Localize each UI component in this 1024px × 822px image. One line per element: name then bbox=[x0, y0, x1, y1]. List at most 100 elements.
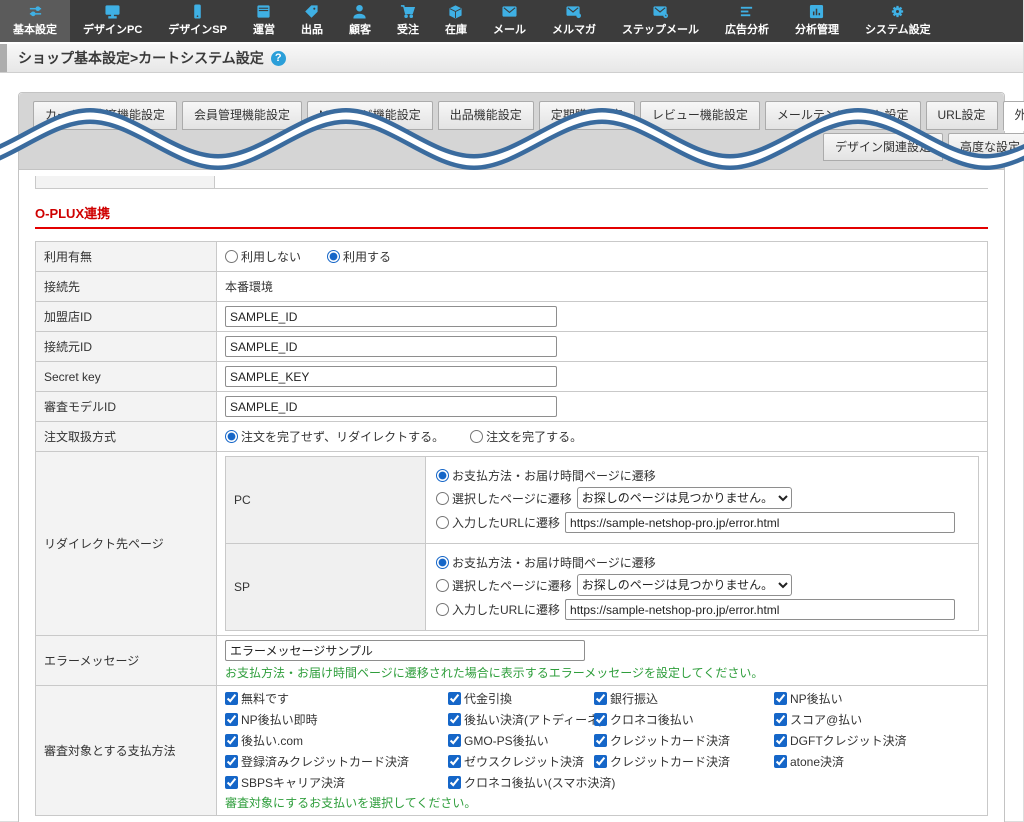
merchant-id-input[interactable] bbox=[225, 306, 557, 327]
payment-checkbox[interactable]: 無料です bbox=[225, 690, 444, 707]
payment-checkbox[interactable]: スコア@払い bbox=[774, 711, 979, 728]
nav-item-system-settings[interactable]: システム設定 bbox=[852, 0, 944, 42]
nav-item-label: メルマガ bbox=[552, 21, 596, 37]
sp-payment-page-radio[interactable]: お支払方法・お届け時間ページに遷移 bbox=[436, 554, 656, 571]
table-row-payment-methods: 審査対象とする支払方法 無料です 代金引換 銀行振込 NP後払い NP後払い即時… bbox=[36, 686, 988, 816]
oplux-settings-table: 利用有無 利用しない 利用する 接続先 本番環境 bbox=[35, 241, 988, 816]
payment-checkbox[interactable]: 登録済みクレジットカード決済 bbox=[225, 753, 444, 770]
tab-strip: カート・決済機能設定 会員管理機能設定 MYページ機能設定 出品機能設定 定期購… bbox=[19, 93, 1004, 170]
field-label: 利用有無 bbox=[36, 242, 217, 272]
sp-page-select[interactable]: お探しのページは見つかりません。 bbox=[577, 574, 792, 596]
nav-item-label: 広告分析 bbox=[725, 21, 769, 37]
truncated-label-cell bbox=[35, 176, 215, 188]
environment-value: 本番環境 bbox=[225, 280, 273, 294]
tab-member-management[interactable]: 会員管理機能設定 bbox=[182, 101, 302, 130]
tab-my-page[interactable]: MYページ機能設定 bbox=[307, 101, 433, 130]
nav-item-ad-analysis[interactable]: 広告分析 bbox=[712, 0, 782, 42]
payment-checkbox[interactable]: 後払い決済(アトディーネ) bbox=[448, 711, 590, 728]
redirect-device-table: PC お支払方法・お届け時間ページに遷移 選択したページに遷移 お探しのペー bbox=[225, 456, 979, 631]
tab-design-related[interactable]: デザイン関連設定 bbox=[823, 133, 943, 161]
payment-checkbox[interactable]: クロネコ後払い bbox=[594, 711, 770, 728]
payment-checkbox[interactable]: NP後払い即時 bbox=[225, 711, 444, 728]
pc-selected-page-radio[interactable]: 選択したページに遷移 bbox=[436, 490, 572, 507]
model-id-input[interactable] bbox=[225, 396, 557, 417]
app-window: 基本設定 デザインPC デザインSP 運営 出品 顧客 受注 在庫 bbox=[0, 0, 1024, 822]
usage-radio-group: 利用しない 利用する bbox=[225, 248, 979, 265]
nav-item-analytics[interactable]: 分析管理 bbox=[782, 0, 852, 42]
table-row-model-id: 審査モデルID bbox=[36, 392, 988, 422]
payment-checkbox[interactable]: 後払い.com bbox=[225, 732, 444, 749]
order-complete-radio[interactable]: 注文を完了する。 bbox=[470, 428, 582, 445]
error-message-input[interactable] bbox=[225, 640, 585, 661]
payment-checkbox[interactable]: DGFTクレジット決済 bbox=[774, 732, 979, 749]
mail-badge-icon bbox=[565, 4, 582, 19]
error-message-note: お支払方法・お届け時間ページに遷移された場合に表示するエラーメッセージを設定して… bbox=[225, 664, 979, 681]
nav-item-label: 在庫 bbox=[445, 21, 467, 37]
breadcrumb-left-accent bbox=[0, 44, 7, 72]
tab-url[interactable]: URL設定 bbox=[926, 101, 998, 130]
nav-item-design-pc[interactable]: デザインPC bbox=[70, 0, 155, 42]
truncated-row-fragment bbox=[35, 176, 988, 189]
section-title-oplux: O-PLUX連携 bbox=[35, 203, 988, 222]
pc-page-select[interactable]: お探しのページは見つかりません。 bbox=[577, 487, 792, 509]
usage-off-radio[interactable]: 利用しない bbox=[225, 248, 301, 265]
field-label: 注文取扱方式 bbox=[36, 422, 217, 452]
nav-item-mail[interactable]: メール bbox=[480, 0, 539, 42]
payment-checkbox[interactable]: ゼウスクレジット決済 bbox=[448, 753, 590, 770]
payment-checkbox[interactable]: NP後払い bbox=[774, 690, 979, 707]
tab-external-service[interactable]: 外部サービス連携 bbox=[1003, 101, 1024, 131]
sp-url-radio[interactable]: 入力したURLに遷移 bbox=[436, 601, 560, 618]
tab-listing[interactable]: 出品機能設定 bbox=[438, 101, 534, 130]
field-label: 審査対象とする支払方法 bbox=[36, 686, 217, 816]
table-row-merchant-id: 加盟店ID bbox=[36, 302, 988, 332]
nav-item-inventory[interactable]: 在庫 bbox=[432, 0, 480, 42]
nav-item-operation[interactable]: 運営 bbox=[240, 0, 288, 42]
secret-key-input[interactable] bbox=[225, 366, 557, 387]
payment-checkbox[interactable]: 銀行振込 bbox=[594, 690, 770, 707]
nav-item-label: システム設定 bbox=[865, 21, 931, 37]
nav-item-label: 受注 bbox=[397, 21, 419, 37]
box-icon bbox=[447, 4, 464, 19]
field-label: リダイレクト先ページ bbox=[36, 452, 217, 636]
tab-row-2: デザイン関連設定 高度な設定 bbox=[823, 130, 990, 169]
tab-cart-payment[interactable]: カート・決済機能設定 bbox=[33, 101, 177, 130]
chart-icon bbox=[808, 4, 825, 19]
payment-checkbox[interactable]: atone決済 bbox=[774, 753, 979, 770]
nav-item-label: 基本設定 bbox=[13, 21, 57, 37]
pc-option-payment-page: お支払方法・お届け時間ページに遷移 bbox=[436, 467, 968, 484]
tab-mail-template[interactable]: メールテンプレート設定 bbox=[765, 101, 921, 130]
help-icon[interactable]: ? bbox=[271, 51, 286, 66]
pc-option-selected-page: 選択したページに遷移 お探しのページは見つかりません。 bbox=[436, 487, 968, 509]
payment-checkbox[interactable]: GMO-PS後払い bbox=[448, 732, 590, 749]
nav-item-customers[interactable]: 顧客 bbox=[336, 0, 384, 42]
payment-checkbox[interactable]: クレジットカード決済 bbox=[594, 732, 770, 749]
payment-checkbox[interactable]: クロネコ後払い(スマホ決済) bbox=[448, 774, 590, 791]
sp-url-input[interactable] bbox=[565, 599, 955, 620]
mail-step-icon bbox=[652, 4, 669, 19]
pc-payment-page-radio[interactable]: お支払方法・お届け時間ページに遷移 bbox=[436, 467, 656, 484]
table-row-usage: 利用有無 利用しない 利用する bbox=[36, 242, 988, 272]
field-label: 接続先 bbox=[36, 272, 217, 302]
payment-checkbox[interactable]: SBPSキャリア決済 bbox=[225, 774, 444, 791]
payment-checkbox[interactable]: クレジットカード決済 bbox=[594, 753, 770, 770]
order-redirect-radio[interactable]: 注文を完了せず、リダイレクトする。 bbox=[225, 428, 444, 445]
pc-url-radio[interactable]: 入力したURLに遷移 bbox=[436, 514, 560, 531]
nav-item-label: メール bbox=[493, 21, 526, 37]
table-row-error-message: エラーメッセージ お支払方法・お届け時間ページに遷移された場合に表示するエラーメ… bbox=[36, 636, 988, 686]
nav-item-orders[interactable]: 受注 bbox=[384, 0, 432, 42]
tab-subscription[interactable]: 定期購入設定 bbox=[539, 101, 635, 130]
tab-advanced[interactable]: 高度な設定 bbox=[948, 133, 1024, 161]
tab-review[interactable]: レビュー機能設定 bbox=[640, 101, 760, 130]
sp-selected-page-radio[interactable]: 選択したページに遷移 bbox=[436, 577, 572, 594]
usage-on-radio[interactable]: 利用する bbox=[327, 248, 391, 265]
table-row-order-handling: 注文取扱方式 注文を完了せず、リダイレクトする。 注文を完了する。 bbox=[36, 422, 988, 452]
nav-item-step-mail[interactable]: ステップメール bbox=[609, 0, 712, 42]
payment-checkbox[interactable]: 代金引換 bbox=[448, 690, 590, 707]
payment-method-note: 審査対象にするお支払いを選択してください。 bbox=[225, 794, 979, 811]
nav-item-newsletter[interactable]: メルマガ bbox=[539, 0, 609, 42]
source-id-input[interactable] bbox=[225, 336, 557, 357]
nav-item-basic-settings[interactable]: 基本設定 bbox=[0, 0, 70, 42]
pc-url-input[interactable] bbox=[565, 512, 955, 533]
nav-item-listing[interactable]: 出品 bbox=[288, 0, 336, 42]
nav-item-design-sp[interactable]: デザインSP bbox=[155, 0, 240, 42]
